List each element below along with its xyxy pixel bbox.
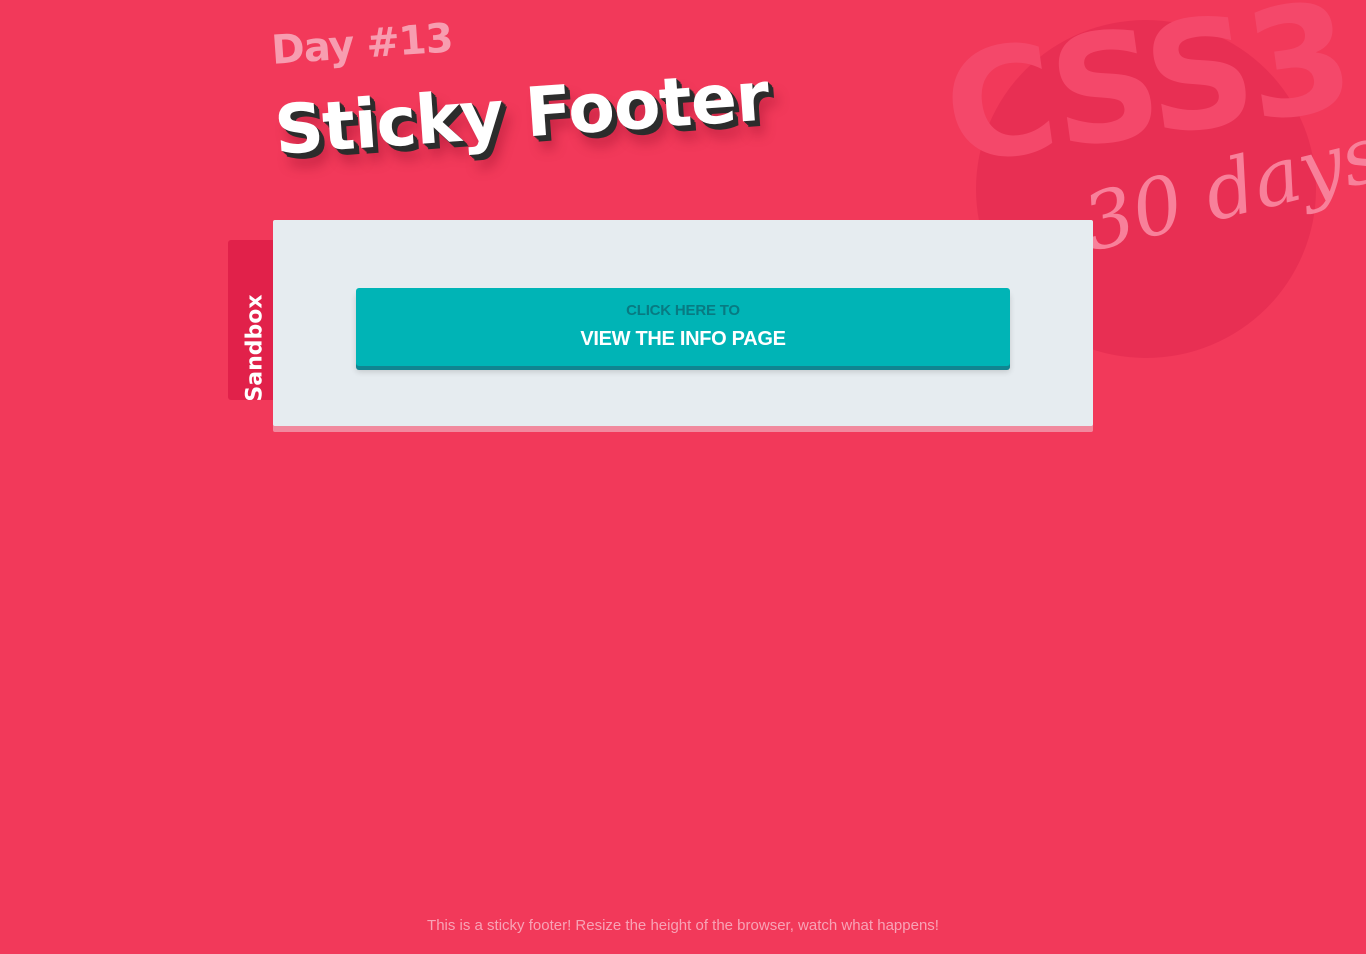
day-label: Day #13 xyxy=(270,15,454,74)
content-card: CLICK HERE TO VIEW THE INFO PAGE xyxy=(273,220,1093,426)
button-small-label: CLICK HERE TO xyxy=(626,302,740,319)
page-title: Sticky Footer xyxy=(272,57,771,171)
sticky-footer-text: This is a sticky footer! Resize the heig… xyxy=(427,917,939,934)
view-info-page-button[interactable]: CLICK HERE TO VIEW THE INFO PAGE xyxy=(356,288,1010,366)
page: CSS3 30 days Day #13 Sticky Footer Sandb… xyxy=(0,0,1366,954)
button-main-label: VIEW THE INFO PAGE xyxy=(580,328,786,350)
sandbox-tab-label: Sandbox xyxy=(242,294,268,402)
